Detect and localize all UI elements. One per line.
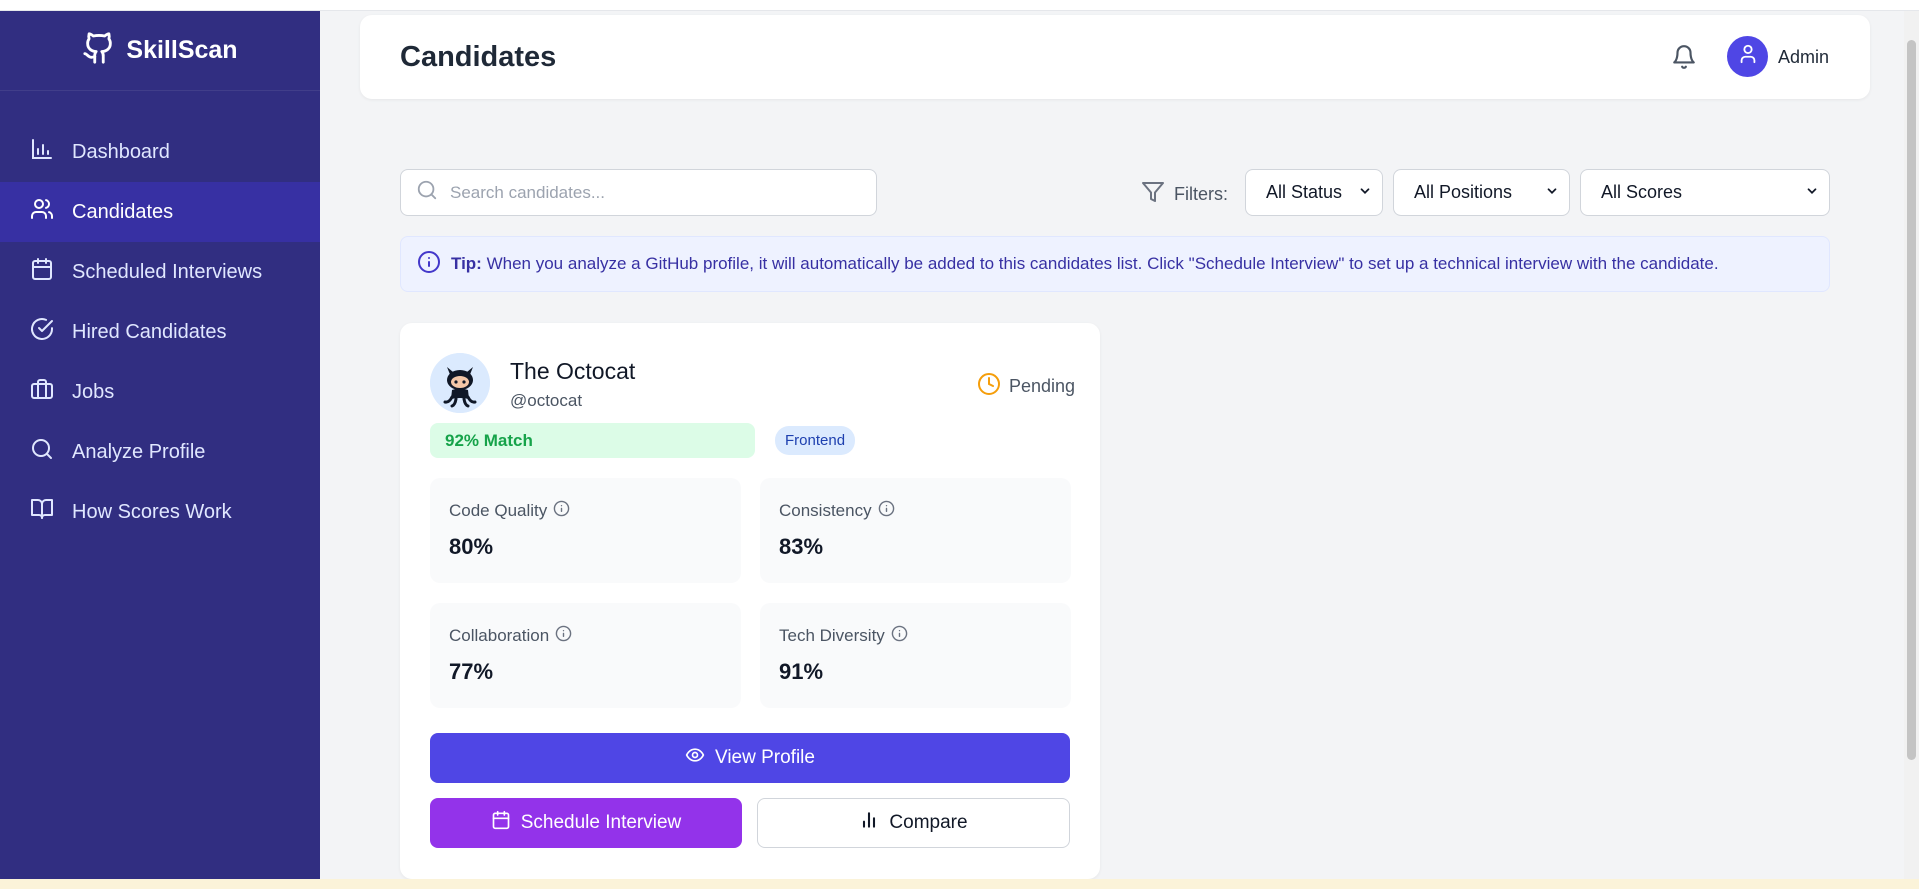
bell-icon[interactable] [1671,44,1697,75]
users-icon [30,197,54,227]
sidebar-item-label: Jobs [72,380,115,403]
metric-label: Consistency [779,501,872,520]
status-filter-select[interactable]: All Status [1245,169,1383,216]
calendar-icon [30,257,54,287]
metric-label-row: Collaboration [449,625,572,647]
tip-label: Tip: [451,254,482,273]
avatar[interactable] [1727,36,1768,77]
candidate-handle: @octocat [510,391,583,410]
schedule-interview-button[interactable]: Schedule Interview [430,798,742,848]
tip-message: When you analyze a GitHub profile, it wi… [486,254,1719,273]
search-icon [416,179,438,206]
sidebar-item-label: Analyze Profile [72,440,206,463]
bar-chart-icon [30,137,54,167]
metric-label: Tech Diversity [779,626,885,645]
metric-label-row: Tech Diversity [779,625,908,647]
view-profile-button[interactable]: View Profile [430,733,1070,783]
match-badge: 92% Match [430,423,755,458]
filters: Filters: [1141,180,1228,209]
brand-name: SkillScan [126,36,238,64]
briefcase-icon [30,377,54,407]
search-icon [30,437,54,467]
metric-value: 80% [449,534,494,559]
page-title: Candidates [400,41,557,73]
candidate-card: The Octocat @octocat Pending 92% Match F… [400,323,1100,879]
chevron-down-icon [1545,182,1559,203]
scores-filter-select[interactable]: All Scores [1580,169,1830,216]
calendar-icon [491,810,511,836]
metric-label: Collaboration [449,626,550,645]
sidebar-item-label: Candidates [72,200,174,223]
chevron-down-icon [1805,182,1819,203]
browser-bottom-strip [0,879,1919,889]
info-icon[interactable] [553,500,570,522]
sidebar-item-candidates[interactable]: Candidates [0,182,320,242]
sidebar: SkillScan Dashboard Candidates Scheduled… [0,11,320,879]
button-label: Schedule Interview [520,812,682,833]
scrollbar-thumb[interactable] [1907,40,1916,760]
tip-banner: Tip: When you analyze a GitHub profile, … [400,236,1830,292]
select-value: All Positions [1414,182,1513,202]
sidebar-item-label: Hired Candidates [72,320,227,343]
page-header: Candidates Admin [360,15,1870,99]
sidebar-item-how-scores-work[interactable]: How Scores Work [0,482,320,542]
sidebar-item-analyze-profile[interactable]: Analyze Profile [0,422,320,482]
metric-value: 91% [779,659,824,684]
tip-text: Tip: When you analyze a GitHub profile, … [451,254,1719,274]
metric-code-quality: Code Quality 80% [430,478,741,583]
check-circle-icon [30,317,54,347]
sidebar-item-label: Dashboard [72,140,170,163]
metric-label-row: Code Quality [449,500,570,522]
filter-icon [1141,180,1165,209]
sidebar-item-label: How Scores Work [72,500,232,523]
info-icon[interactable] [555,625,572,647]
sidebar-nav: Dashboard Candidates Scheduled Interview… [0,122,320,542]
sidebar-item-jobs[interactable]: Jobs [0,362,320,422]
candidate-name: The Octocat [510,358,636,384]
filters-label: Filters: [1174,184,1228,204]
user-name[interactable]: Admin [1778,47,1829,68]
info-icon [417,250,441,279]
info-icon[interactable] [891,625,908,647]
positions-filter-select[interactable]: All Positions [1393,169,1570,216]
metric-value: 77% [449,659,494,684]
sidebar-item-scheduled-interviews[interactable]: Scheduled Interviews [0,242,320,302]
status-badge: Pending [977,372,1075,401]
eye-icon [685,745,705,771]
sidebar-item-hired-candidates[interactable]: Hired Candidates [0,302,320,362]
search-box[interactable] [400,169,877,216]
select-value: All Status [1266,182,1343,202]
metric-label: Code Quality [449,501,548,520]
clock-icon [977,372,1001,401]
metric-tech-diversity: Tech Diversity 91% [760,603,1071,708]
info-icon[interactable] [878,500,895,522]
brand[interactable]: SkillScan [0,11,320,91]
metric-value: 83% [779,534,824,559]
candidate-avatar [430,353,490,413]
sidebar-item-dashboard[interactable]: Dashboard [0,122,320,182]
sidebar-item-label: Scheduled Interviews [72,260,263,283]
compare-button[interactable]: Compare [757,798,1070,848]
user-icon [1737,43,1759,70]
select-value: All Scores [1601,182,1683,202]
position-tag: Frontend [775,426,856,455]
metric-collaboration: Collaboration 77% [430,603,741,708]
search-input[interactable] [450,182,870,203]
github-icon [82,30,116,71]
metric-label-row: Consistency [779,500,895,522]
metric-consistency: Consistency 83% [760,478,1071,583]
status-text: Pending [1009,376,1076,396]
bar-chart-icon [859,810,879,836]
button-label: View Profile [715,747,815,768]
chevron-down-icon [1358,182,1372,203]
book-icon [30,497,54,527]
browser-top-strip [0,0,1919,11]
button-label: Compare [889,812,968,833]
